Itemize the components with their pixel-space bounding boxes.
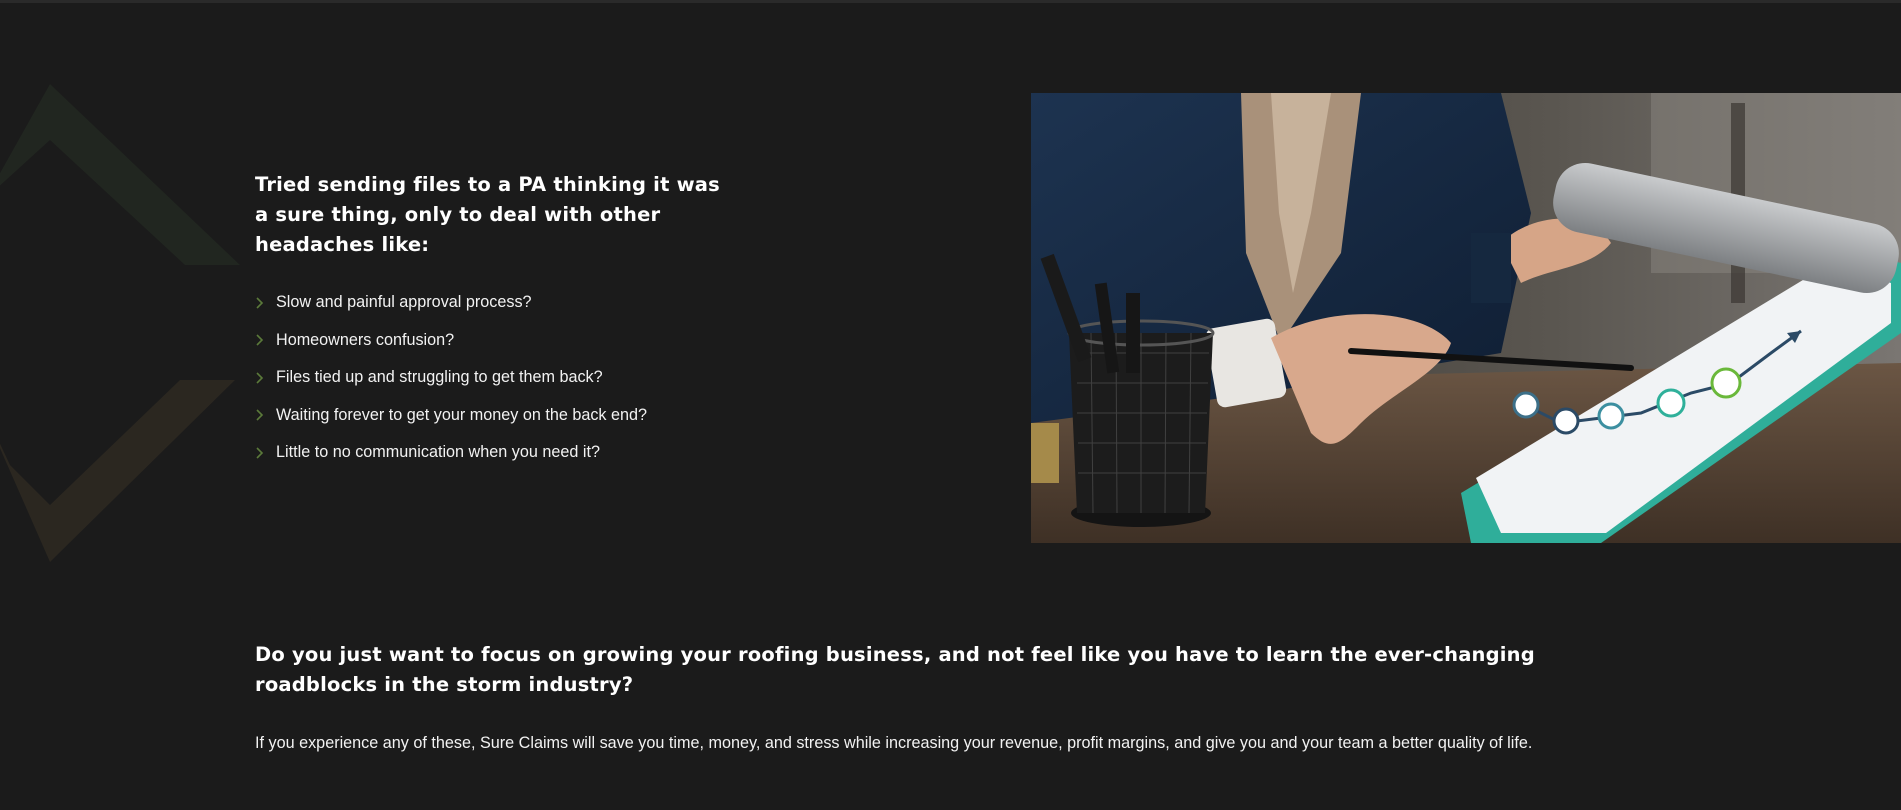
list-item: Little to no communication when you need…	[255, 434, 735, 472]
pain-point-text: Slow and painful approval process?	[276, 293, 532, 312]
list-item: Homeowners confusion?	[255, 322, 735, 360]
decorative-chevron-shapes	[0, 84, 240, 562]
chevron-right-icon	[255, 407, 271, 423]
pain-point-text: Files tied up and struggling to get them…	[276, 368, 603, 387]
chevron-right-icon	[255, 332, 271, 348]
pain-point-list: Slow and painful approval process? Homeo…	[255, 284, 735, 472]
pain-point-text: Homeowners confusion?	[276, 330, 455, 349]
chevron-right-icon	[255, 370, 271, 386]
pain-point-text: Little to no communication when you need…	[276, 443, 600, 462]
list-item: Files tied up and struggling to get them…	[255, 359, 735, 397]
list-item: Waiting forever to get your money on the…	[255, 397, 735, 435]
top-divider	[0, 0, 1901, 3]
problem-heading: Tried sending files to a PA thinking it …	[255, 173, 720, 256]
decorative-chevron-lower	[0, 380, 235, 562]
pain-point-text: Waiting forever to get your money on the…	[276, 405, 648, 424]
summary-paragraph: If you experience any of these, Sure Cla…	[255, 734, 1533, 752]
list-item: Slow and painful approval process?	[255, 284, 735, 322]
focus-question-heading: Do you just want to focus on growing you…	[255, 643, 1535, 696]
business-chart-photo	[1031, 93, 1901, 543]
chevron-right-icon	[255, 445, 271, 461]
chevron-right-icon	[255, 295, 271, 311]
decorative-chevron-upper	[0, 84, 240, 265]
problem-section: Tried sending files to a PA thinking it …	[255, 170, 735, 472]
